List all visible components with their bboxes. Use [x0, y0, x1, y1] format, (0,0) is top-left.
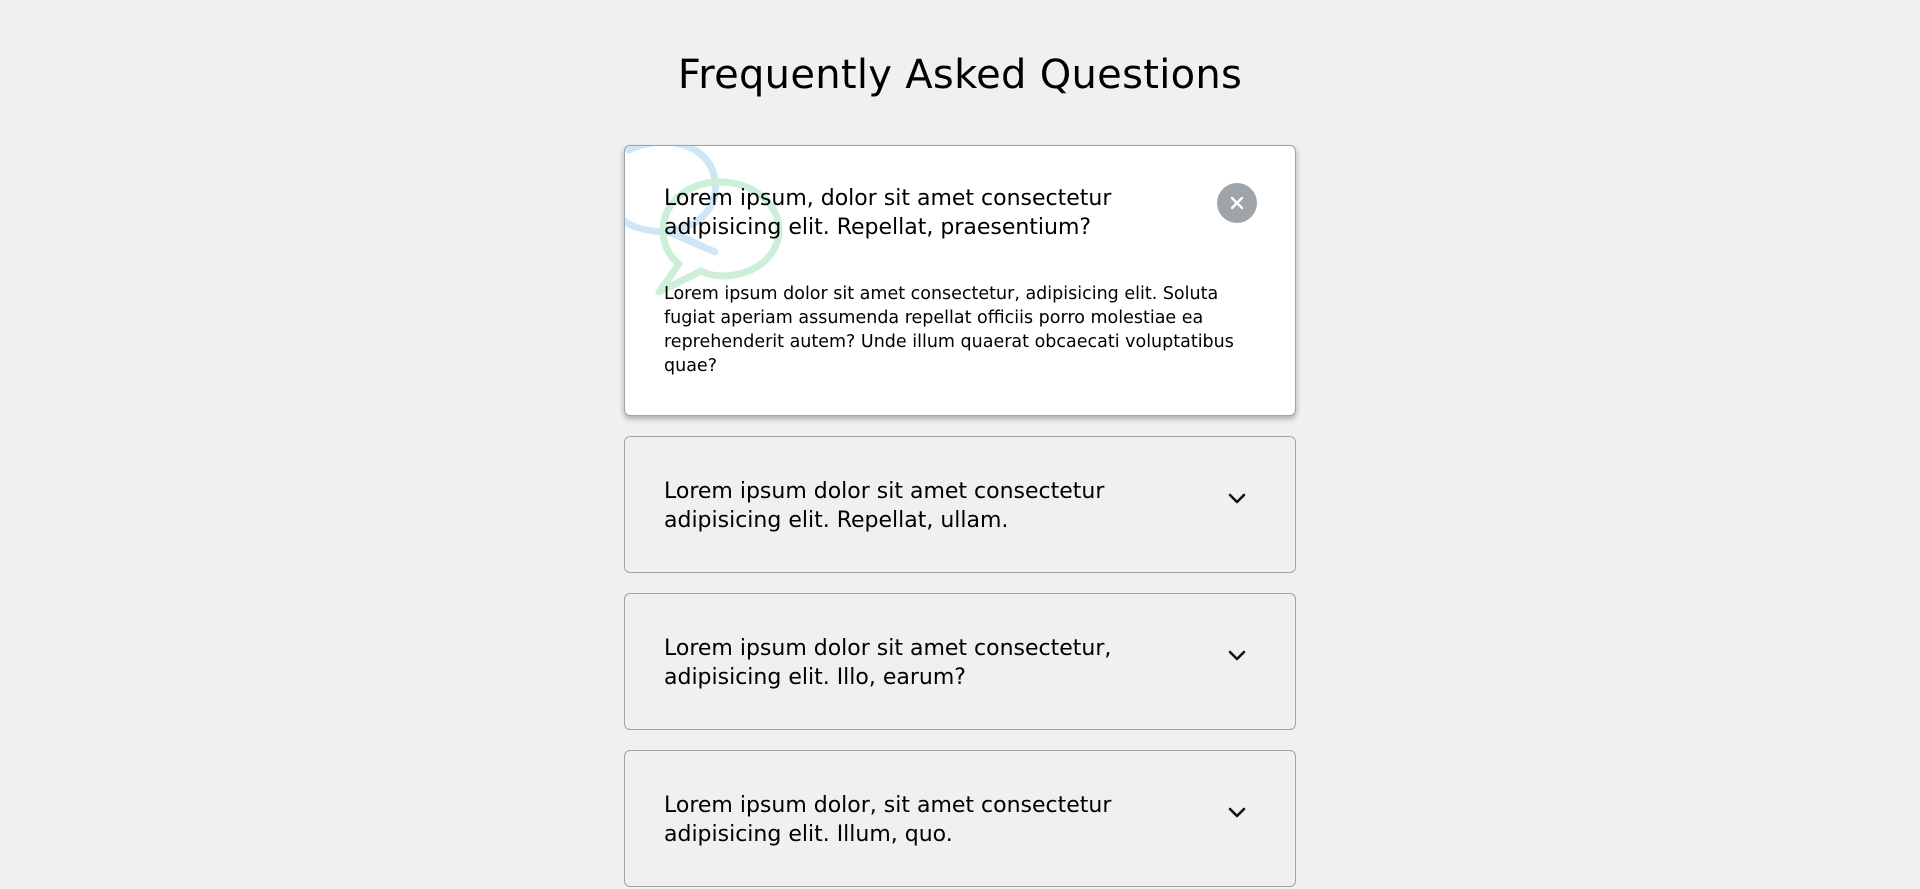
page-title: Frequently Asked Questions	[677, 52, 1243, 98]
faq-close-button[interactable]	[1217, 183, 1257, 223]
chevron-down-icon	[1228, 650, 1246, 661]
faq-toggle-button[interactable]	[1217, 478, 1257, 518]
faq-item[interactable]: Lorem ipsum, dolor sit amet consectetur …	[624, 145, 1296, 416]
close-icon	[1230, 196, 1244, 210]
faq-item[interactable]: Lorem ipsum dolor sit amet consectetur a…	[624, 436, 1296, 573]
faq-answer: Lorem ipsum dolor sit amet consectetur, …	[664, 284, 1234, 376]
faq-question: Lorem ipsum dolor, sit amet consectetur …	[664, 793, 1112, 847]
faq-page: Frequently Asked Questions Lorem ipsum, …	[0, 0, 1920, 889]
faq-question: Lorem ipsum dolor sit amet consectetur a…	[664, 479, 1105, 533]
faq-item[interactable]: Lorem ipsum dolor, sit amet consectetur …	[624, 750, 1296, 887]
faq-toggle-button[interactable]	[1217, 635, 1257, 675]
chevron-down-icon	[1228, 493, 1246, 504]
faq-item[interactable]: Lorem ipsum dolor sit amet consectetur, …	[624, 593, 1296, 730]
faq-list: Lorem ipsum, dolor sit amet consectetur …	[624, 145, 1296, 889]
faq-question: Lorem ipsum, dolor sit amet consectetur …	[664, 186, 1112, 240]
faq-toggle-button[interactable]	[1217, 792, 1257, 832]
chevron-down-icon	[1228, 807, 1246, 818]
faq-question: Lorem ipsum dolor sit amet consectetur, …	[664, 636, 1112, 690]
